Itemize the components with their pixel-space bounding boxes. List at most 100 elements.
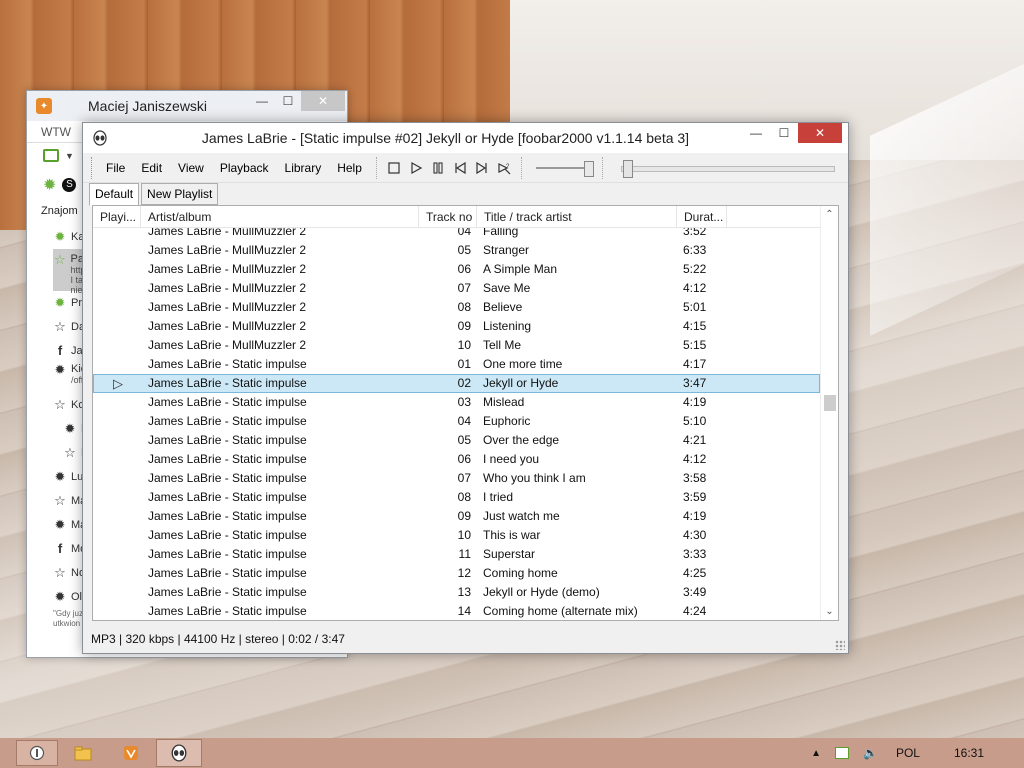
menu-playback[interactable]: Playback (212, 157, 277, 179)
track-cell: 04 (457, 228, 471, 238)
minimize-icon[interactable]: — (742, 123, 770, 143)
seek-bar[interactable] (621, 159, 835, 179)
table-row[interactable]: James LaBrie - Static impulse 01 One more … (93, 355, 820, 374)
menu-file[interactable]: File (98, 157, 133, 179)
speaker-icon[interactable]: 🔈 (863, 746, 878, 760)
toolbar-grip[interactable] (91, 156, 94, 179)
volume-thumb[interactable] (583, 160, 594, 177)
table-row[interactable]: James LaBrie - MullMuzzler 2 08 Believe 5:0… (93, 298, 820, 317)
volume-slider[interactable] (532, 157, 596, 179)
title-cell: Tell Me (483, 338, 522, 352)
foobar-window[interactable]: James LaBrie - [Static impulse #02] Jeky… (82, 122, 849, 654)
duration-cell: 4:21 (683, 433, 707, 447)
maximize-icon[interactable]: ☐ (770, 123, 798, 143)
next-button[interactable] (471, 157, 493, 179)
chat-icon[interactable] (43, 149, 59, 162)
table-row[interactable]: James LaBrie - MullMuzzler 2 04 Falling 3:5… (93, 228, 820, 241)
contacts-heading: Znajom (41, 205, 78, 217)
pause-icon (433, 161, 443, 174)
minimize-icon[interactable]: — (249, 91, 275, 111)
menu-help[interactable]: Help (329, 157, 370, 179)
table-row[interactable]: James LaBrie - MullMuzzler 2 07 Save Me 4:1… (93, 279, 820, 298)
playlist-header: Playi... Artist/album Track no Title / t… (93, 206, 820, 228)
sun-icon[interactable]: ✹ (43, 175, 56, 195)
artist-cell: James LaBrie - Static impulse (148, 395, 307, 409)
taskbar-messenger[interactable] (108, 739, 154, 767)
shield-icon (124, 746, 138, 760)
title-cell: Believe (483, 300, 523, 314)
table-row[interactable]: James LaBrie - MullMuzzler 2 05 Stranger 6:… (93, 241, 820, 260)
title-cell: A Simple Man (483, 262, 558, 276)
scroll-down-icon[interactable]: ⌄ (821, 603, 838, 620)
playlist-view[interactable]: Playi... Artist/album Track no Title / t… (92, 205, 839, 621)
table-row[interactable]: James LaBrie - MullMuzzler 2 10 Tell Me 5:1… (93, 336, 820, 355)
messenger-title: Maciej Janiszewski (88, 98, 208, 114)
duration-cell: 5:01 (683, 300, 707, 314)
tab-new-playlist[interactable]: New Playlist (141, 183, 219, 205)
table-row[interactable]: James LaBrie - Static impulse 08 I tried 3:… (93, 488, 820, 507)
window-controls: — ☐ ✕ (742, 123, 842, 145)
resize-grip[interactable] (835, 640, 845, 650)
clock[interactable]: 16:31 (954, 746, 984, 760)
artist-cell: James LaBrie - Static impulse (148, 528, 307, 542)
foobar-titlebar[interactable]: James LaBrie - [Static impulse #02] Jeky… (83, 123, 848, 153)
taskbar-foobar[interactable] (156, 739, 202, 767)
skype-icon[interactable]: S (62, 178, 77, 192)
stop-button[interactable] (383, 157, 405, 179)
random-button[interactable]: ? (493, 157, 515, 179)
pause-button[interactable] (427, 157, 449, 179)
playing-cell (93, 260, 141, 279)
table-row[interactable]: James LaBrie - Static impulse 06 I need yo… (93, 450, 820, 469)
table-row[interactable]: James LaBrie - Static impulse 07 Who you t… (93, 469, 820, 488)
table-row[interactable]: James LaBrie - Static impulse 04 Euphoric 5… (93, 412, 820, 431)
title-cell: Mislead (483, 395, 525, 409)
maximize-icon[interactable]: ☐ (275, 91, 301, 111)
taskbar-explorer[interactable] (60, 739, 106, 767)
track-cell: 07 (457, 471, 471, 485)
scroll-up-icon[interactable]: ⌃ (821, 206, 838, 223)
next-icon (476, 161, 487, 174)
close-icon[interactable]: ✕ (798, 123, 842, 143)
close-icon[interactable]: ✕ (301, 91, 345, 111)
menu-edit[interactable]: Edit (133, 157, 170, 179)
table-row[interactable]: James LaBrie - Static impulse 03 Mislead 4:… (93, 393, 820, 412)
table-row[interactable]: James LaBrie - MullMuzzler 2 06 A Simple M… (93, 260, 820, 279)
table-row[interactable]: James LaBrie - Static impulse 10 This is w… (93, 526, 820, 545)
previous-button[interactable] (449, 157, 471, 179)
menu-view[interactable]: View (170, 157, 212, 179)
table-row[interactable]: James LaBrie - Static impulse 05 Over the … (93, 431, 820, 450)
column-duration[interactable]: Durat... (677, 206, 727, 228)
star-icon: ☆ (54, 319, 66, 334)
language-indicator[interactable]: POL (896, 746, 920, 760)
table-row[interactable]: James LaBrie - MullMuzzler 2 09 Listening 4… (93, 317, 820, 336)
column-title[interactable]: Title / track artist (477, 206, 677, 228)
action-center-icon[interactable] (835, 747, 849, 759)
start-button[interactable] (16, 740, 58, 766)
duration-cell: 4:19 (683, 395, 707, 409)
playlist-scrollbar[interactable]: ⌃ ⌄ (820, 206, 838, 620)
start-icon (29, 745, 45, 761)
table-row[interactable]: James LaBrie - Static impulse 12 Coming ho… (93, 564, 820, 583)
table-row[interactable]: James LaBrie - Static impulse 11 Superstar… (93, 545, 820, 564)
table-row[interactable]: James LaBrie - Static impulse 14 Coming ho… (93, 602, 820, 620)
track-cell: 09 (457, 509, 471, 523)
duration-cell: 4:24 (683, 604, 707, 618)
column-track-no[interactable]: Track no (419, 206, 477, 228)
tab-default[interactable]: Default (89, 183, 140, 206)
table-row[interactable]: James LaBrie - Static impulse 09 Just watc… (93, 507, 820, 526)
column-artist-album[interactable]: Artist/album (141, 206, 419, 228)
table-row[interactable]: James LaBrie - Static impulse 13 Jekyll or… (93, 583, 820, 602)
menu-library[interactable]: Library (277, 157, 330, 179)
scroll-thumb[interactable] (824, 395, 836, 411)
star-icon: ☆ (53, 252, 66, 267)
column-playing[interactable]: Playi... (93, 206, 141, 228)
play-button[interactable] (405, 157, 427, 179)
chevron-down-icon[interactable]: ▼ (65, 151, 74, 161)
table-row-playing[interactable]: ▷ James LaBrie - Static impulse 02 Jekyll o… (93, 374, 820, 393)
messenger-titlebar[interactable]: ✦ Maciej Janiszewski — ☐ ✕ (27, 91, 347, 121)
title-cell: Save Me (483, 281, 531, 295)
folder-icon (74, 746, 92, 761)
show-hidden-icons-icon[interactable]: ▲ (811, 748, 821, 759)
messenger-tab[interactable]: WTW (41, 125, 71, 139)
seek-thumb[interactable] (623, 160, 633, 178)
